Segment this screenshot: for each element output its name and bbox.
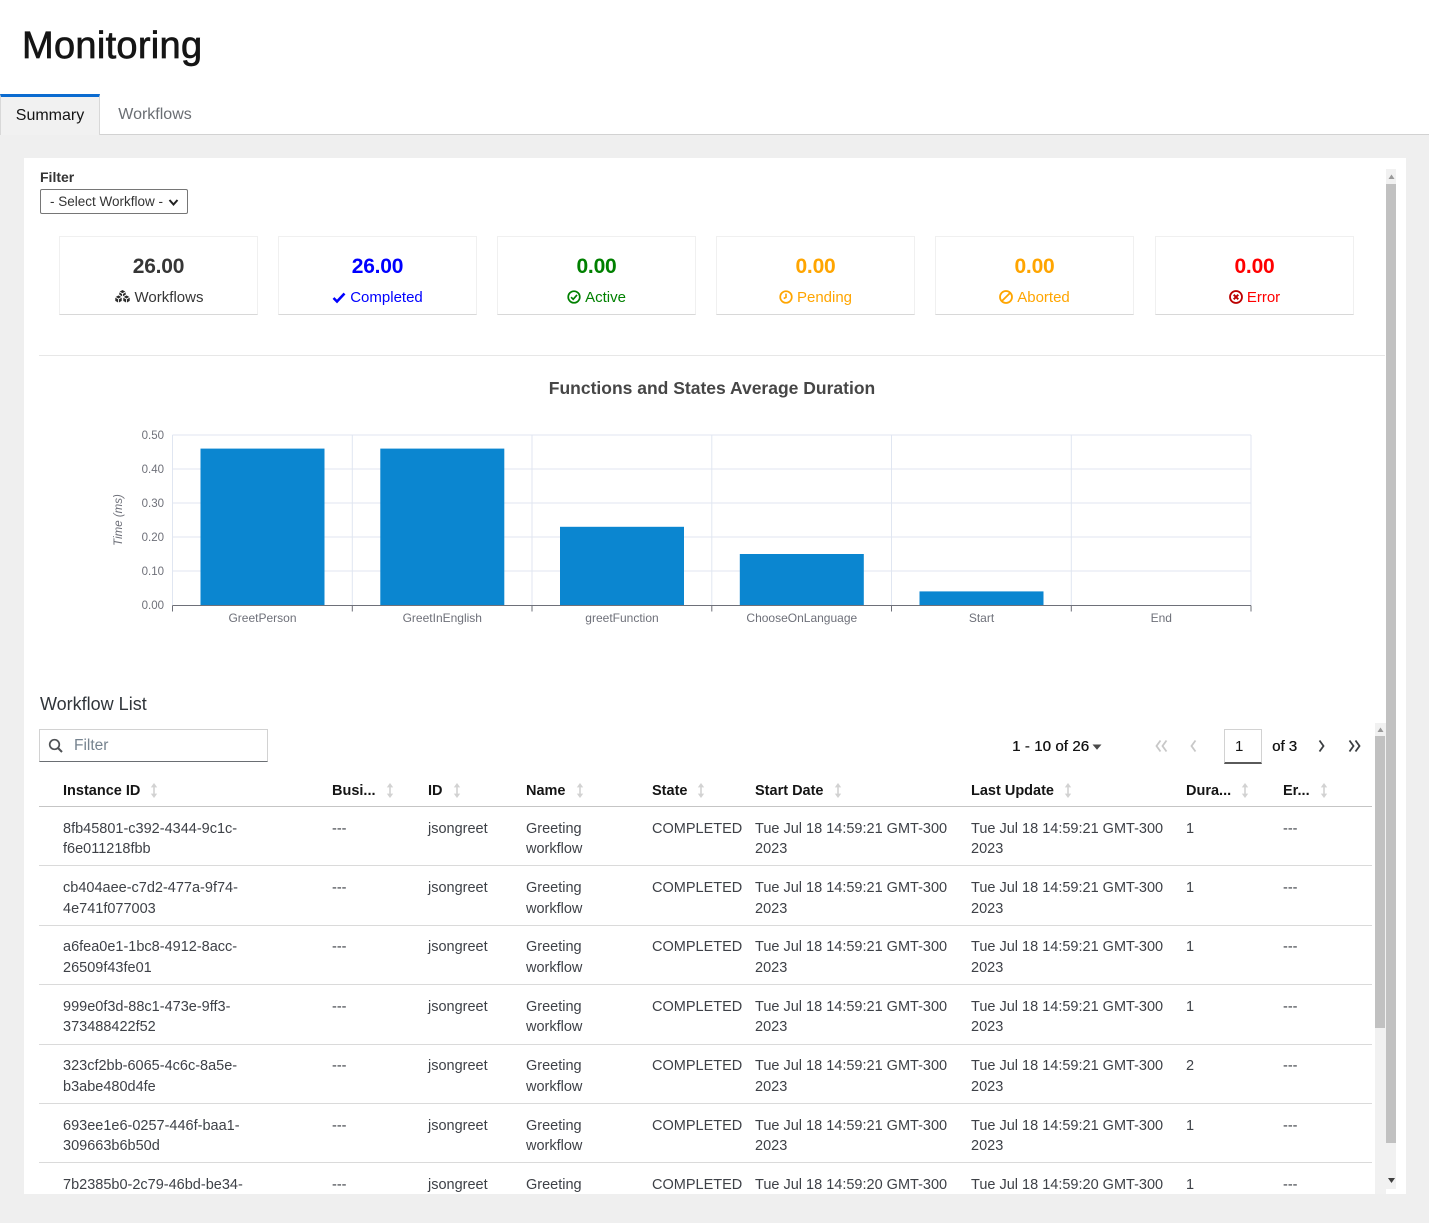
svg-text:0.50: 0.50 (142, 430, 164, 442)
svg-text:GreetInEnglish: GreetInEnglish (403, 611, 482, 625)
svg-text:ChooseOnLanguage: ChooseOnLanguage (746, 611, 857, 625)
svg-text:0.10: 0.10 (142, 566, 164, 578)
svg-text:0.00: 0.00 (142, 600, 164, 612)
svg-text:End: End (1151, 611, 1172, 625)
svg-text:0.40: 0.40 (142, 464, 164, 476)
svg-text:0.20: 0.20 (142, 532, 164, 544)
svg-text:greetFunction: greetFunction (585, 611, 658, 625)
svg-text:Time (ms): Time (ms) (113, 494, 125, 546)
svg-text:Start: Start (969, 611, 995, 625)
svg-text:GreetPerson: GreetPerson (228, 611, 296, 625)
svg-text:0.30: 0.30 (142, 498, 164, 510)
